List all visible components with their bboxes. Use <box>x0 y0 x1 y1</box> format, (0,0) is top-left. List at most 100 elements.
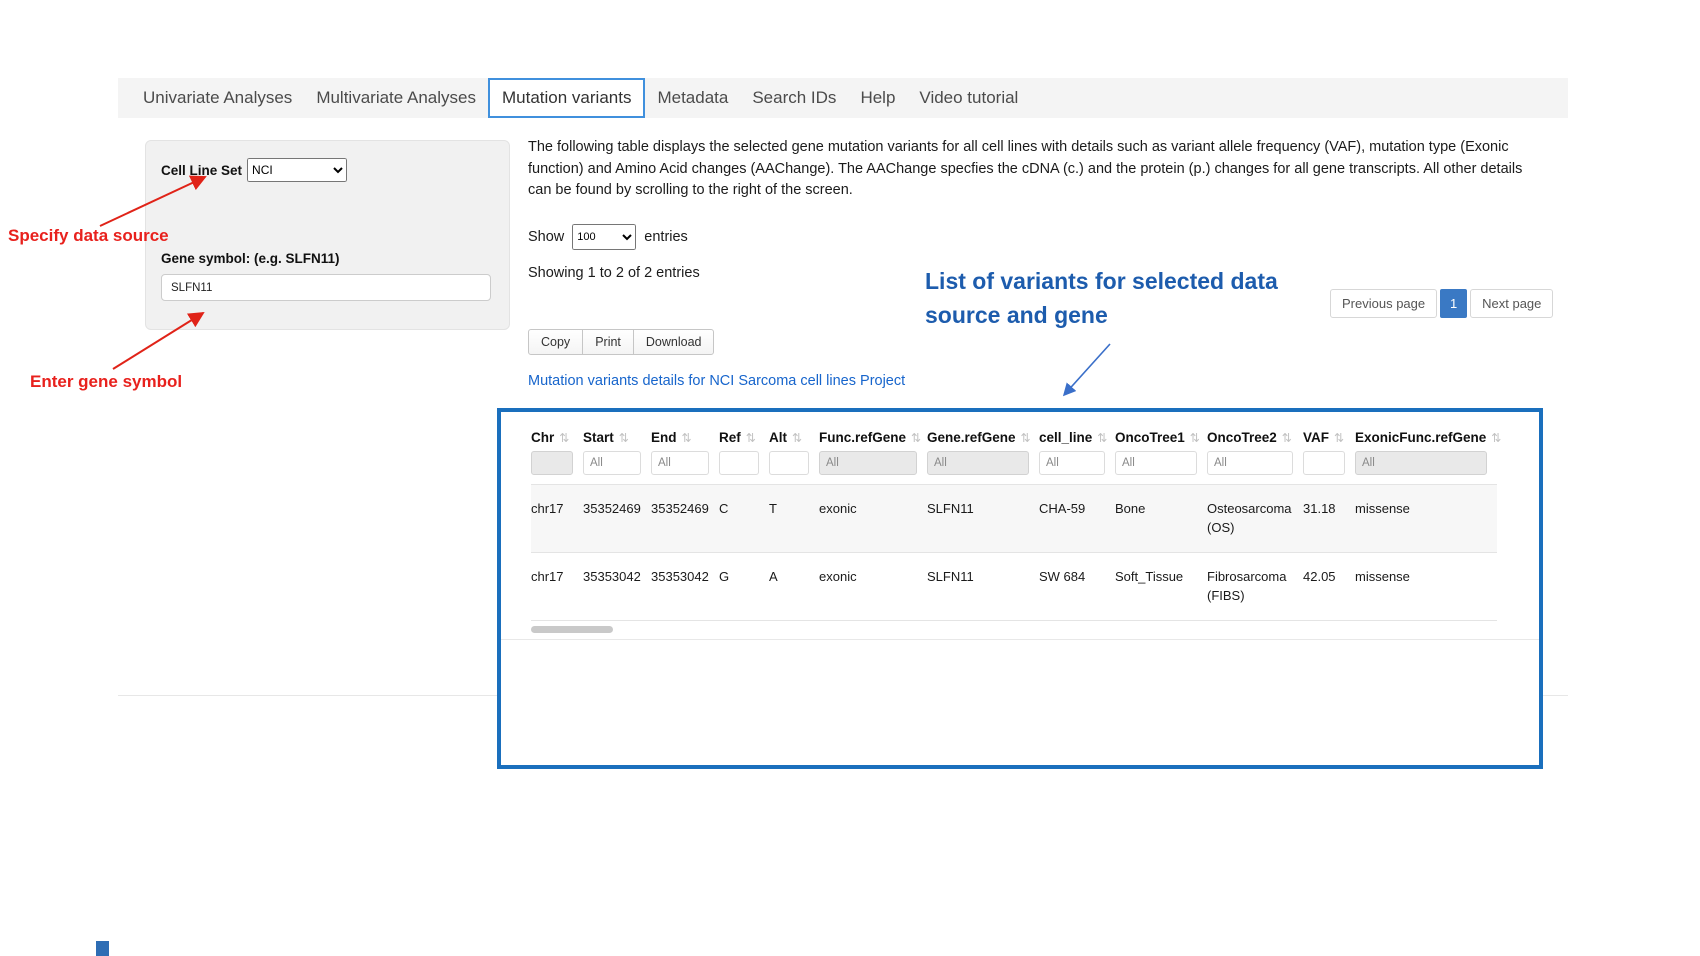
col-header-vaf[interactable]: VAF ⇅ <box>1303 422 1355 451</box>
sort-icon: ⇅ <box>1097 431 1107 445</box>
filter-input-cell-line[interactable] <box>1039 451 1105 475</box>
tab-mutation-variants[interactable]: Mutation variants <box>488 78 645 118</box>
cell-exonicfunc-refgene: missense <box>1355 485 1497 553</box>
next-page-button[interactable]: Next page <box>1470 289 1553 318</box>
col-header-label: ExonicFunc.refGene <box>1355 430 1486 445</box>
sort-icon: ⇅ <box>1334 431 1344 445</box>
tab-search-ids[interactable]: Search IDs <box>740 78 848 118</box>
current-page-button[interactable]: 1 <box>1440 289 1467 318</box>
horizontal-scrollbar-thumb[interactable] <box>531 626 613 633</box>
col-header-start[interactable]: Start ⇅ <box>583 422 651 451</box>
cell-start: 35353042 <box>583 553 651 621</box>
col-header-label: End <box>651 430 677 445</box>
cell-line-set-select[interactable]: NCI <box>247 158 347 182</box>
cell-cell-line: CHA-59 <box>1039 485 1115 553</box>
horizontal-scrollbar-track[interactable] <box>531 624 1497 636</box>
col-header-oncotree2[interactable]: OncoTree2 ⇅ <box>1207 422 1303 451</box>
col-header-func-refgene[interactable]: Func.refGene ⇅ <box>819 422 927 451</box>
cell-end: 35352469 <box>651 485 719 553</box>
query-panel: Cell Line Set NCI Gene symbol: (e.g. SLF… <box>145 140 510 330</box>
col-header-label: Func.refGene <box>819 430 906 445</box>
print-button[interactable]: Print <box>582 329 634 355</box>
sort-icon: ⇅ <box>1190 431 1200 445</box>
tab-metadata[interactable]: Metadata <box>645 78 740 118</box>
sort-icon: ⇅ <box>619 431 629 445</box>
export-button-group: Copy Print Download <box>528 329 714 355</box>
showing-entries-status: Showing 1 to 2 of 2 entries <box>528 265 700 281</box>
filter-input-exonicfunc-refgene[interactable] <box>1355 451 1487 475</box>
cell-oncotree2: Osteosarcoma (OS) <box>1207 485 1303 553</box>
blue-arrow-to-table <box>1048 338 1120 404</box>
col-header-ref[interactable]: Ref ⇅ <box>719 422 769 451</box>
filter-input-chr[interactable] <box>531 451 573 475</box>
cell-exonicfunc-refgene: missense <box>1355 553 1497 621</box>
cell-gene-refgene: SLFN11 <box>927 485 1039 553</box>
cell-oncotree1: Soft_Tissue <box>1115 553 1207 621</box>
cell-ref: C <box>719 485 769 553</box>
col-header-exonicfunc-refgene[interactable]: ExonicFunc.refGene⇅ <box>1355 422 1497 451</box>
col-header-gene-refgene[interactable]: Gene.refGene ⇅ <box>927 422 1039 451</box>
pagination: Previous page 1 Next page <box>1330 289 1553 318</box>
tab-help[interactable]: Help <box>848 78 907 118</box>
cell-cell-line: SW 684 <box>1039 553 1115 621</box>
col-header-label: Chr <box>531 430 554 445</box>
sort-icon: ⇅ <box>1491 431 1501 445</box>
variants-table: Chr⇅Start⇅End⇅Ref⇅Alt⇅Func.refGene⇅Gene.… <box>531 422 1497 621</box>
col-header-label: Ref <box>719 430 741 445</box>
sort-icon: ⇅ <box>746 431 756 445</box>
tab-video-tutorial[interactable]: Video tutorial <box>907 78 1030 118</box>
copy-button[interactable]: Copy <box>528 329 583 355</box>
cell-end: 35353042 <box>651 553 719 621</box>
col-header-cell-line[interactable]: cell_line⇅ <box>1039 422 1115 451</box>
table-row: chr173535304235353042GAexonicSLFN11SW 68… <box>531 553 1497 621</box>
filter-cell <box>1355 451 1497 485</box>
annotation-enter-gene-symbol: Enter gene symbol <box>30 372 182 392</box>
sort-icon: ⇅ <box>1282 431 1292 445</box>
col-header-oncotree1[interactable]: OncoTree1 ⇅ <box>1115 422 1207 451</box>
filter-input-ref[interactable] <box>719 451 759 475</box>
annotation-specify-data-source: Specify data source <box>8 226 169 246</box>
variants-table-scroller: Chr⇅Start⇅End⇅Ref⇅Alt⇅Func.refGene⇅Gene.… <box>501 412 1539 621</box>
gene-symbol-input[interactable] <box>161 274 491 301</box>
filter-input-alt[interactable] <box>769 451 809 475</box>
col-header-label: Gene.refGene <box>927 430 1016 445</box>
col-header-label: OncoTree1 <box>1115 430 1185 445</box>
filter-cell <box>819 451 927 485</box>
filter-cell <box>719 451 769 485</box>
variants-table-frame: Chr⇅Start⇅End⇅Ref⇅Alt⇅Func.refGene⇅Gene.… <box>497 408 1543 769</box>
sort-icon: ⇅ <box>911 431 921 445</box>
filter-input-start[interactable] <box>583 451 641 475</box>
entries-count-select[interactable]: 100 <box>572 224 636 250</box>
col-header-label: VAF <box>1303 430 1329 445</box>
cell-vaf: 42.05 <box>1303 553 1355 621</box>
download-button[interactable]: Download <box>633 329 715 355</box>
filter-input-func-refgene[interactable] <box>819 451 917 475</box>
filter-input-vaf[interactable] <box>1303 451 1345 475</box>
cell-func-refgene: exonic <box>819 485 927 553</box>
col-header-label: Start <box>583 430 614 445</box>
show-label: Show <box>528 229 564 245</box>
previous-page-button[interactable]: Previous page <box>1330 289 1437 318</box>
table-description: The following table displays the selecte… <box>528 137 1526 202</box>
table-filter-row <box>531 451 1497 485</box>
cell-line-set-label: Cell Line Set <box>161 163 242 178</box>
col-header-chr[interactable]: Chr⇅ <box>531 422 583 451</box>
filter-cell <box>1039 451 1115 485</box>
cell-oncotree1: Bone <box>1115 485 1207 553</box>
cell-chr: chr17 <box>531 553 583 621</box>
partial-ui-element <box>96 941 109 956</box>
filter-input-oncotree1[interactable] <box>1115 451 1197 475</box>
col-header-end[interactable]: End⇅ <box>651 422 719 451</box>
annotation-list-of-variants-line2: source and gene <box>925 298 1278 332</box>
col-header-alt[interactable]: Alt⇅ <box>769 422 819 451</box>
filter-input-end[interactable] <box>651 451 709 475</box>
col-header-label: OncoTree2 <box>1207 430 1277 445</box>
tab-multivariate-analyses[interactable]: Multivariate Analyses <box>304 78 488 118</box>
tab-univariate-analyses[interactable]: Univariate Analyses <box>131 78 304 118</box>
cell-line-set-row: Cell Line Set NCI <box>161 158 347 182</box>
sort-icon: ⇅ <box>1021 431 1031 445</box>
filter-input-oncotree2[interactable] <box>1207 451 1293 475</box>
table-title-link[interactable]: Mutation variants details for NCI Sarcom… <box>528 373 905 389</box>
filter-cell <box>769 451 819 485</box>
filter-input-gene-refgene[interactable] <box>927 451 1029 475</box>
